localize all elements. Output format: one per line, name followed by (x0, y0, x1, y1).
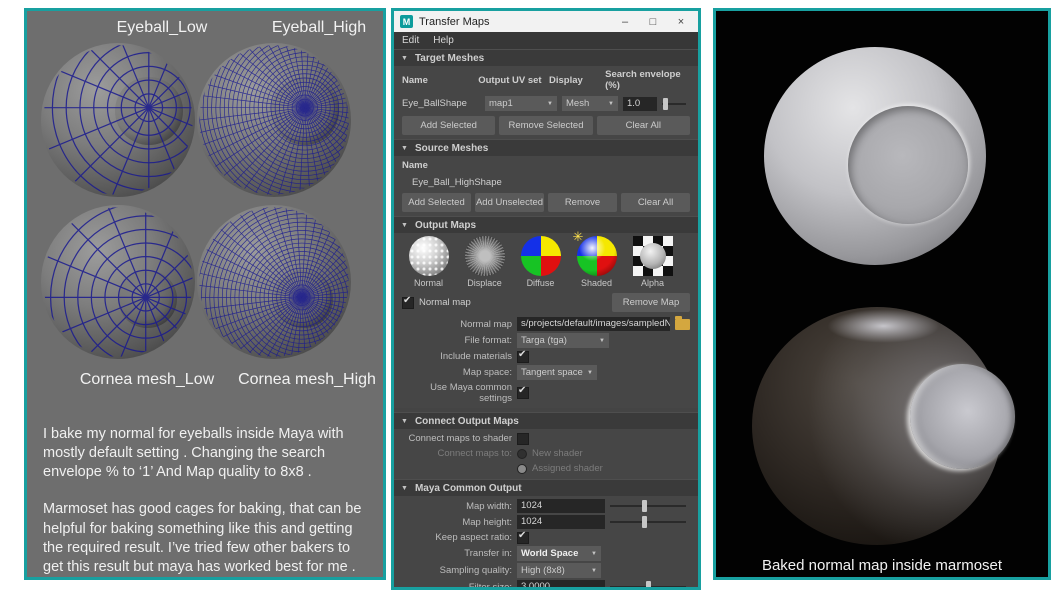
menu-edit[interactable]: Edit (402, 35, 419, 46)
light-rays-icon: ✳ (572, 229, 584, 244)
eyeball-high-sphere (197, 43, 351, 197)
cornea-bump (909, 364, 1015, 469)
output-maps-body: Normal Displace Diffuse ✳ Shaded Alpha N… (394, 229, 698, 408)
top-highlight (827, 309, 940, 343)
notes-paragraph-2: Marmoset has good cages for baking, that… (43, 501, 362, 575)
cornea-pit (848, 105, 969, 224)
sampling-quality-dropdown[interactable]: High (8x8) ▼ (517, 563, 601, 578)
col-search-envelope: Search envelope (%) (605, 69, 681, 91)
map-height-input[interactable]: 1024 (517, 515, 605, 529)
wireframe-high-icon (199, 45, 349, 195)
search-envelope-slider[interactable] (662, 97, 686, 110)
target-remove-selected-button[interactable]: Remove Selected (499, 116, 593, 135)
eyeball-render-image (752, 307, 1015, 545)
chevron-down-icon: ▼ (547, 100, 553, 107)
wireframe-low-icon (43, 207, 193, 357)
display-dropdown[interactable]: Mesh ▼ (562, 96, 618, 111)
target-add-selected-button[interactable]: Add Selected (402, 116, 496, 135)
normal-map-path-input[interactable]: s/projects/default/images/sampledNormals… (517, 317, 670, 331)
map-width-input[interactable]: 1024 (517, 499, 605, 513)
marmoset-render-panel: Baked normal map inside marmoset (713, 8, 1051, 580)
uv-set-dropdown[interactable]: map1 ▼ (485, 96, 557, 111)
keep-aspect-ratio-checkbox[interactable] (517, 530, 529, 544)
target-meshes-body: Name Output UV set Display Search envelo… (394, 66, 698, 139)
alpha-map-icon[interactable] (632, 236, 673, 276)
wireframe-low-icon (43, 45, 193, 195)
label-cornea-low: Cornea mesh_Low (79, 371, 215, 388)
map-space-dropdown[interactable]: Tangent space ▼ (517, 365, 597, 380)
search-envelope-input[interactable]: 1.0 (623, 96, 657, 111)
source-clear-all-button[interactable]: Clear All (621, 193, 690, 212)
minimize-icon[interactable]: – (614, 16, 636, 28)
source-add-selected-button[interactable]: Add Selected (402, 193, 471, 212)
label-eyeball-high: Eyeball_High (271, 19, 367, 36)
menu-bar: Edit Help (394, 32, 698, 49)
diffuse-map-icon[interactable] (520, 236, 561, 276)
use-maya-common-checkbox[interactable] (517, 385, 529, 399)
col-display: Display (548, 74, 583, 86)
cornea-low-sphere (41, 205, 195, 359)
collapse-arrow-icon[interactable]: ▼ (401, 485, 408, 492)
chevron-down-icon: ▼ (591, 550, 597, 557)
map-width-slider[interactable] (610, 500, 686, 512)
file-format-dropdown[interactable]: Targa (tga) ▼ (517, 333, 609, 348)
maya-common-output-body: Map width: 1024 Map height: 1024 Keep as… (394, 496, 698, 587)
source-remove-selected-button[interactable]: Remove Selected (548, 193, 617, 227)
label-eyeball-low: Eyeball_Low (116, 19, 208, 36)
browse-folder-icon[interactable] (675, 315, 690, 330)
maya-logo-icon: M (400, 15, 413, 28)
wireframe-high-icon (199, 207, 349, 357)
section-output-maps[interactable]: ▼ Output Maps (394, 216, 698, 233)
window-title: Transfer Maps (419, 15, 490, 28)
render-caption: Baked normal map inside marmoset (761, 557, 1003, 574)
section-source-meshes[interactable]: ▼ Source Meshes (394, 139, 698, 156)
displace-map-icon[interactable] (464, 236, 505, 276)
section-target-meshes[interactable]: ▼ Target Meshes (394, 49, 698, 66)
collapse-arrow-icon[interactable]: ▼ (401, 418, 408, 425)
map-height-slider[interactable] (610, 516, 686, 528)
target-clear-all-button[interactable]: Clear All (596, 116, 690, 135)
section-connect-output-maps[interactable]: ▼ Connect Output Maps (394, 412, 698, 429)
normal-map-icon[interactable] (408, 236, 449, 276)
title-bar[interactable]: M Transfer Maps – □ × (394, 11, 698, 32)
assigned-shader-radio[interactable] (517, 463, 527, 474)
source-meshes-body: Name Eye_Ball_HighShape Add Selected Add… (394, 156, 698, 227)
chevron-down-icon: ▼ (608, 100, 614, 107)
col-uv-set: Output UV set (478, 74, 542, 86)
notes-text: I bake my normal for eyeballs inside May… (43, 425, 373, 595)
cornea-high-sphere (197, 205, 351, 359)
notes-paragraph-1: I bake my normal for eyeballs inside May… (43, 426, 344, 481)
mesh-reference-panel: Eyeball_Low Eyeball_High Cornea mesh_Low… (24, 8, 386, 580)
section-maya-common-output[interactable]: ▼ Maya Common Output (394, 479, 698, 496)
collapse-arrow-icon[interactable]: ▼ (401, 145, 408, 152)
transfer-in-dropdown[interactable]: World Space ▼ (517, 546, 601, 561)
source-col-name: Name (402, 160, 428, 171)
label-cornea-high: Cornea mesh_High (238, 371, 376, 388)
cornea-render-image (764, 47, 986, 265)
chevron-down-icon: ▼ (591, 567, 597, 574)
collapse-arrow-icon[interactable]: ▼ (401, 222, 408, 229)
eyeball-low-sphere (41, 43, 195, 197)
connect-maps-to-shader-checkbox[interactable] (517, 432, 529, 445)
source-add-unselected-button[interactable]: Add Unselected (475, 193, 544, 212)
target-mesh-name[interactable]: Eye_BallShape (402, 98, 480, 109)
chevron-down-icon: ▼ (587, 369, 593, 376)
shaded-map-icon[interactable]: ✳ (573, 229, 617, 276)
collapse-arrow-icon[interactable]: ▼ (401, 55, 408, 62)
menu-help[interactable]: Help (433, 35, 454, 46)
normal-map-checkbox[interactable] (402, 295, 414, 309)
connect-output-maps-body: Connect maps to shader Connect maps to: … (394, 429, 698, 479)
source-mesh-name[interactable]: Eye_Ball_HighShape (412, 177, 502, 188)
col-name: Name (402, 74, 428, 86)
transfer-maps-window: M Transfer Maps – □ × Edit Help ▼ Target… (391, 8, 701, 590)
chevron-down-icon: ▼ (599, 337, 605, 344)
maximize-icon[interactable]: □ (642, 16, 664, 28)
include-materials-checkbox[interactable] (517, 349, 529, 363)
filter-size-slider[interactable] (610, 581, 686, 587)
filter-size-input[interactable]: 3.0000 (517, 580, 605, 587)
remove-map-button[interactable]: Remove Map (612, 293, 690, 312)
close-icon[interactable]: × (670, 16, 692, 28)
new-shader-radio[interactable] (517, 448, 527, 459)
